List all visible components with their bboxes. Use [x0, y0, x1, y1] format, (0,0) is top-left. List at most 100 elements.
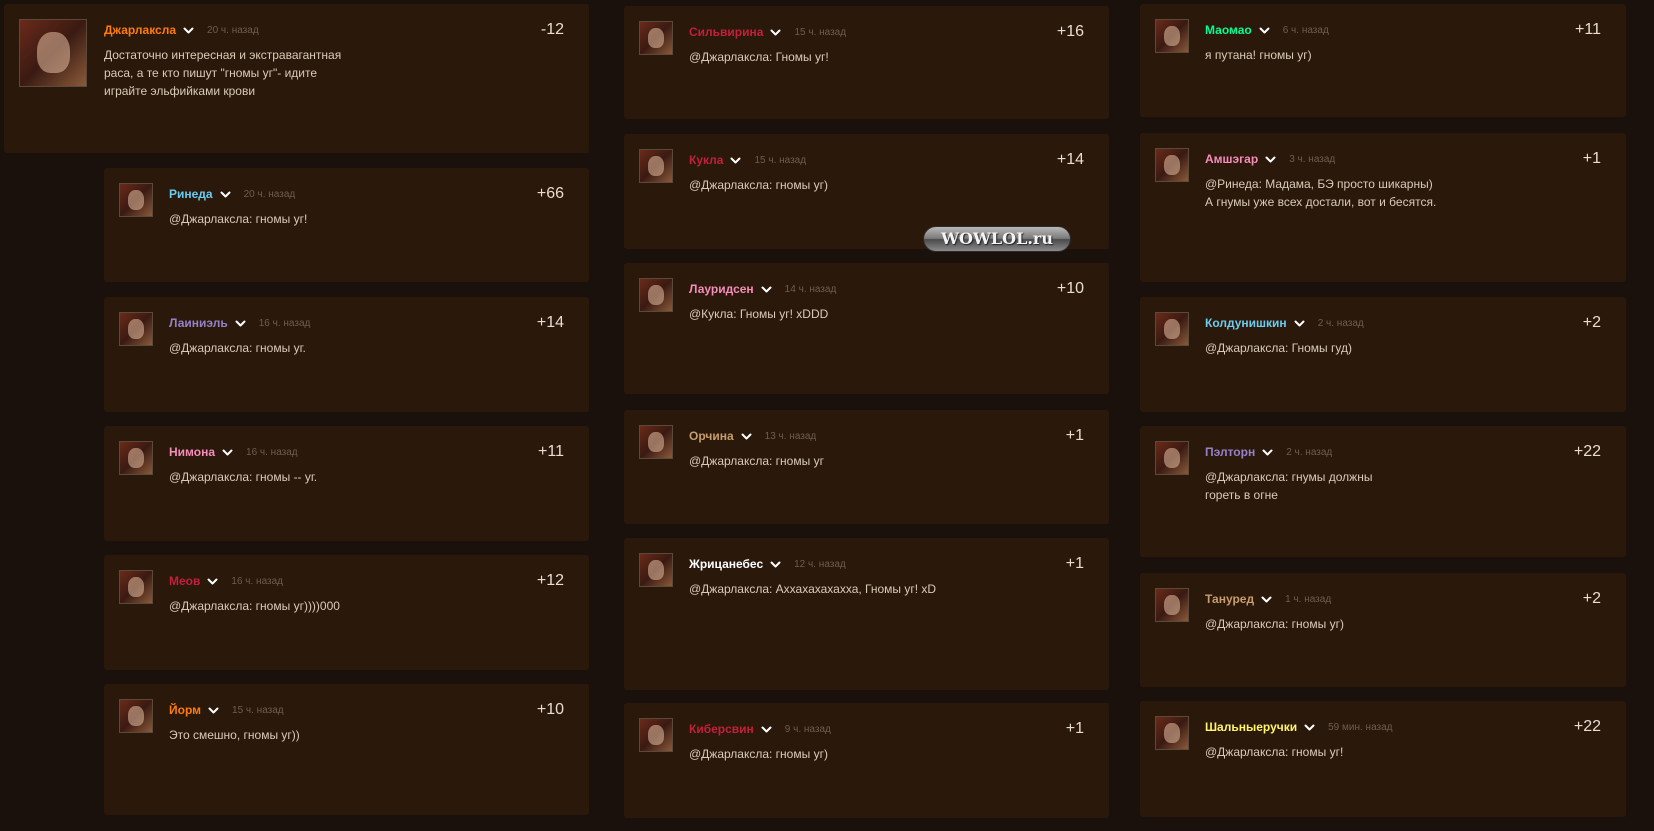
- chevron-down-icon[interactable]: [206, 575, 219, 588]
- comment-text: @Джарлаксла: Гномы гуд): [1205, 341, 1352, 355]
- author-name[interactable]: Пэлторн: [1205, 445, 1255, 459]
- comment-card: Тануред 1 ч. назад +2 @Джарлаксла: гномы…: [1140, 573, 1626, 687]
- timestamp: 6 ч. назад: [1282, 24, 1329, 36]
- comment-card: Ринеда 20 ч. назад +66 @Джарлаксла: гном…: [104, 168, 589, 282]
- chevron-down-icon[interactable]: [182, 24, 195, 37]
- timestamp: 16 ч. назад: [231, 575, 284, 587]
- chevron-down-icon[interactable]: [1258, 24, 1271, 37]
- avatar[interactable]: [119, 699, 153, 733]
- chevron-down-icon[interactable]: [1303, 721, 1316, 734]
- comment-card: Лаиниэль 16 ч. назад +14 @Джарлаксла: гн…: [104, 297, 589, 412]
- author-name[interactable]: Маомао: [1205, 23, 1252, 37]
- timestamp: 15 ч. назад: [794, 26, 847, 38]
- avatar[interactable]: [119, 441, 153, 475]
- avatar[interactable]: [1155, 441, 1189, 475]
- timestamp: 2 ч. назад: [1286, 446, 1333, 458]
- avatar[interactable]: [639, 278, 673, 312]
- comment-text: Это смешно, гномы уг)): [169, 728, 300, 742]
- chevron-down-icon[interactable]: [1261, 446, 1274, 459]
- avatar[interactable]: [119, 312, 153, 346]
- author-name[interactable]: Орчина: [689, 429, 734, 443]
- vote-score: +14: [1056, 151, 1084, 168]
- timestamp: 16 ч. назад: [246, 446, 298, 458]
- comment-card: Джарлаксла 20 ч. назад -12 Достаточно ин…: [4, 4, 589, 153]
- author-name[interactable]: Кукла: [689, 153, 723, 167]
- comment-card: Амшэгар 3 ч. назад +1 @Ринеда: Мадама, Б…: [1140, 133, 1626, 282]
- avatar[interactable]: [639, 21, 673, 55]
- author-name[interactable]: Тануред: [1205, 592, 1254, 606]
- chevron-down-icon[interactable]: [760, 283, 773, 296]
- author-name[interactable]: Сильвирина: [689, 25, 763, 39]
- comment-text: @Джарлаксла: гномы уг): [1205, 617, 1344, 631]
- author-name[interactable]: Лаиниэль: [169, 316, 228, 330]
- timestamp: 15 ч. назад: [754, 154, 807, 166]
- comment-text: @Джарлаксла: Гномы уг!: [689, 50, 829, 64]
- vote-score: +1: [1582, 150, 1601, 167]
- comment-card: Орчина 13 ч. назад +1 @Джарлаксла: гномы…: [624, 410, 1109, 524]
- chevron-down-icon[interactable]: [207, 704, 220, 717]
- timestamp: 14 ч. назад: [784, 283, 837, 295]
- vote-score: +2: [1582, 314, 1601, 331]
- avatar[interactable]: [119, 570, 153, 604]
- timestamp: 13 ч. назад: [764, 430, 817, 442]
- site-watermark: WOWLOL.ru: [923, 226, 1071, 252]
- chevron-down-icon[interactable]: [760, 723, 773, 736]
- comment-card: Лауридсен 14 ч. назад +10 @Кукла: Гномы …: [624, 263, 1109, 394]
- author-name[interactable]: Жрицанебес: [689, 557, 763, 571]
- comment-card: Сильвирина 15 ч. назад +16 @Джарлаксла: …: [624, 6, 1109, 119]
- chevron-down-icon[interactable]: [1264, 153, 1277, 166]
- avatar[interactable]: [639, 553, 673, 587]
- vote-score: +1: [1065, 555, 1084, 572]
- comment-card: Йорм 15 ч. назад +10 Это смешно, гномы у…: [104, 684, 589, 815]
- author-name[interactable]: Колдунишкин: [1205, 316, 1287, 330]
- avatar[interactable]: [639, 425, 673, 459]
- avatar[interactable]: [1155, 19, 1189, 53]
- avatar[interactable]: [639, 149, 673, 183]
- vote-score: +14: [536, 314, 564, 331]
- comment-text: @Джарлаксла: гномы уг))))000: [169, 599, 340, 613]
- avatar[interactable]: [1155, 312, 1189, 346]
- avatar[interactable]: [119, 183, 153, 217]
- vote-score: +10: [536, 701, 564, 718]
- author-name[interactable]: Лауридсен: [689, 282, 754, 296]
- avatar[interactable]: [19, 19, 87, 87]
- chevron-down-icon[interactable]: [219, 188, 232, 201]
- avatar[interactable]: [1155, 588, 1189, 622]
- comment-text: @Джарлаксла: гномы уг): [689, 178, 828, 192]
- chevron-down-icon[interactable]: [234, 317, 247, 330]
- author-name[interactable]: Киберсвин: [689, 722, 754, 736]
- comment-card: Жрицанебес 12 ч. назад +1 @Джарлаксла: А…: [624, 538, 1109, 690]
- chevron-down-icon[interactable]: [729, 154, 742, 167]
- chevron-down-icon[interactable]: [740, 430, 753, 443]
- author-name[interactable]: Йорм: [169, 703, 201, 717]
- comment-text: @Джарлаксла: гномы уг!: [1205, 745, 1344, 759]
- author-name[interactable]: Амшэгар: [1205, 152, 1258, 166]
- vote-score: +22: [1573, 718, 1601, 735]
- author-name[interactable]: Нимона: [169, 445, 215, 459]
- avatar[interactable]: [1155, 716, 1189, 750]
- timestamp: 12 ч. назад: [794, 558, 846, 570]
- comment-card: Колдунишкин 2 ч. назад +2 @Джарлаксла: Г…: [1140, 297, 1626, 412]
- chevron-down-icon[interactable]: [221, 446, 234, 459]
- comment-text: @Ринеда: Мадама, БЭ просто шикарны) А гн…: [1205, 177, 1437, 209]
- author-name[interactable]: Джарлаксла: [104, 23, 176, 37]
- comment-card: Пэлторн 2 ч. назад +22 @Джарлаксла: гнум…: [1140, 426, 1626, 557]
- vote-score: +66: [536, 185, 564, 202]
- chevron-down-icon[interactable]: [1260, 593, 1273, 606]
- avatar[interactable]: [639, 718, 673, 752]
- chevron-down-icon[interactable]: [769, 26, 782, 39]
- author-name[interactable]: Шальныеручки: [1205, 720, 1297, 734]
- chevron-down-icon[interactable]: [1293, 317, 1306, 330]
- comment-text: @Джарлаксла: гномы уг!: [169, 212, 308, 226]
- comment-text: @Джарлаксла: гномы уг): [689, 747, 828, 761]
- timestamp: 16 ч. назад: [258, 317, 311, 329]
- author-name[interactable]: Меов: [169, 574, 200, 588]
- chevron-down-icon[interactable]: [769, 558, 782, 571]
- timestamp: 1 ч. назад: [1285, 593, 1332, 605]
- comment-text: я путана! гномы уг): [1205, 48, 1312, 62]
- author-name[interactable]: Ринеда: [169, 187, 213, 201]
- avatar[interactable]: [1155, 148, 1189, 182]
- timestamp: 2 ч. назад: [1317, 317, 1364, 329]
- timestamp: 15 ч. назад: [232, 704, 284, 716]
- comment-card: Киберсвин 9 ч. назад +1 @Джарлаксла: гно…: [624, 703, 1109, 818]
